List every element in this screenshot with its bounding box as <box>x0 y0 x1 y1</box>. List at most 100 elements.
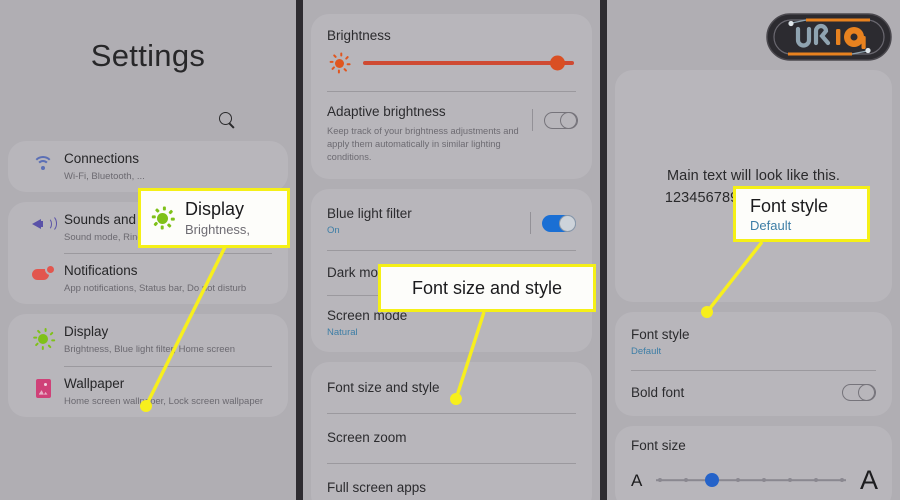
sidebar-item-label: Display <box>64 324 109 340</box>
sun-ray <box>343 67 348 72</box>
sun-ray <box>340 53 343 57</box>
sun-ray <box>44 328 47 333</box>
adaptive-brightness-description: Keep track of your brightness adjustment… <box>327 126 519 163</box>
panel-divider <box>600 0 607 500</box>
brightness-label: Brightness <box>327 28 391 43</box>
panel-divider <box>296 0 303 500</box>
callout-title: Font size and style <box>411 277 563 298</box>
sun-ray <box>346 63 351 66</box>
adaptive-brightness-row[interactable]: Adaptive brightness Keep track of your b… <box>311 91 592 179</box>
blue-light-filter-status: On <box>327 224 340 236</box>
callout-display: Display Brightness, <box>138 188 290 248</box>
adaptive-brightness-label: Adaptive brightness <box>327 104 446 119</box>
font-size-slider-tick[interactable] <box>761 477 767 483</box>
screen-zoom-row[interactable]: Screen zoom <box>311 412 592 463</box>
sun-ray <box>51 339 56 342</box>
font-size-slider-tick[interactable] <box>657 477 663 483</box>
font-preview-line-1: Main text will look like this. <box>666 168 841 184</box>
screen-zoom-label: Screen zoom <box>327 429 407 445</box>
font-style-label: Font style <box>631 326 690 342</box>
sidebar-item-sub: App notifications, Status bar, Do not di… <box>64 283 247 295</box>
sun-ray <box>33 337 38 340</box>
callout-anchor-dot <box>450 393 462 405</box>
search-icon[interactable] <box>219 112 236 129</box>
sidebar-item-connections[interactable]: Connections Wi-Fi, Bluetooth, ... <box>8 141 288 192</box>
sidebar-item-display[interactable]: Display Brightness, Blue light filter, H… <box>8 314 288 365</box>
full-screen-apps-row[interactable]: Full screen apps <box>311 462 592 500</box>
font-size-slider-tick[interactable] <box>683 477 689 483</box>
font-size-slider-tick[interactable] <box>839 477 845 483</box>
bold-font-row[interactable]: Bold font <box>615 369 892 416</box>
sun-ray <box>49 331 54 337</box>
sidebar-item-sub: Brightness, Blue light filter, Home scre… <box>64 344 236 356</box>
sun-ray <box>153 221 158 227</box>
blue-light-filter-label: Blue light filter <box>327 205 412 221</box>
sun-ray <box>170 218 175 221</box>
brightness-sun-icon <box>149 205 175 231</box>
sun-ray <box>160 225 164 230</box>
font-and-zoom-card: Font size and style Screen zoom Full scr… <box>311 361 592 500</box>
font-style-card: Font style Default Bold font <box>615 311 892 416</box>
font-size-and-style-panel: Main text will look like this. 123456789… <box>607 0 900 500</box>
sun-ray <box>47 344 52 349</box>
bold-font-label: Bold font <box>631 384 685 400</box>
font-size-slider[interactable]: A A <box>615 453 892 496</box>
display-settings-panel: Brightness Adaptive brightness Keep trac… <box>303 0 600 500</box>
font-size-slider-thumb[interactable] <box>705 473 720 487</box>
brightness-slider-knob[interactable] <box>550 55 566 71</box>
font-size-and-style-row[interactable]: Font size and style <box>311 362 592 413</box>
screen-mode-value: Natural <box>327 326 358 338</box>
font-size-slider-tick[interactable] <box>787 477 793 483</box>
font-size-and-style-label: Font size and style <box>327 379 440 395</box>
font-size-small-label: A <box>631 470 643 490</box>
page-title: Settings <box>90 38 206 73</box>
sun-ray <box>166 223 172 229</box>
font-size-large-label: A <box>859 464 878 495</box>
sun-ray <box>330 60 334 63</box>
font-size-card: Font size A A <box>615 425 892 500</box>
sun-ray <box>344 55 349 60</box>
notification-icon <box>22 262 64 282</box>
sidebar-item-label: Wallpaper <box>64 375 125 391</box>
divider <box>530 212 531 235</box>
font-size-slider-tick[interactable] <box>813 477 819 483</box>
sidebar-item-label: Connections <box>64 151 140 166</box>
sun-ray <box>163 206 166 211</box>
font-size-slider-tick[interactable] <box>735 477 741 483</box>
sidebar-item-label: Notifications <box>64 263 138 279</box>
blue-light-filter-toggle[interactable] <box>542 214 576 232</box>
sidebar-item-sub: Home screen wallpaper, Lock screen wallp… <box>64 395 264 407</box>
bold-font-toggle[interactable] <box>842 383 876 401</box>
brightness-sun-icon <box>22 323 64 351</box>
full-screen-apps-label: Full screen apps <box>327 479 427 495</box>
sun-ray <box>333 54 338 59</box>
sound-icon <box>22 211 64 233</box>
sun-ray <box>41 346 45 351</box>
brightness-card: Brightness Adaptive brightness Keep trac… <box>311 14 592 179</box>
brightness-slider-track[interactable] <box>363 55 574 71</box>
callout-sub: Brightness, <box>185 222 251 237</box>
font-style-row[interactable]: Font style Default <box>615 312 892 370</box>
settings-group-connections: Connections Wi-Fi, Bluetooth, ... <box>8 141 288 193</box>
font-style-value: Default <box>631 345 662 357</box>
settings-list-panel: Settings Connections Wi-Fi, Bluetooth, .… <box>0 0 296 500</box>
brightness-slider[interactable] <box>311 43 592 91</box>
callout-title: Font style <box>750 195 829 216</box>
sidebar-item-notifications[interactable]: Notifications App notifications, Status … <box>8 253 288 304</box>
wifi-icon <box>22 150 64 170</box>
divider <box>532 109 533 131</box>
sun-ray <box>331 66 336 71</box>
search-button[interactable] <box>0 74 296 141</box>
adaptive-brightness-toggle[interactable] <box>544 111 578 129</box>
sun-ray <box>168 209 174 215</box>
sidebar-item-sub: Wi-Fi, Bluetooth, ... <box>64 171 145 182</box>
callout-title: Display <box>185 199 245 219</box>
sun-ray <box>34 342 40 348</box>
callout-anchor-dot <box>140 400 152 412</box>
callout-anchor-dot <box>701 306 713 318</box>
urja-logo <box>766 13 892 61</box>
font-size-slider-track[interactable] <box>652 470 850 490</box>
font-size-label: Font size <box>631 437 686 453</box>
blue-light-filter-row[interactable]: Blue light filter On <box>311 189 592 250</box>
callout-font-size-and-style: Font size and style <box>378 264 596 312</box>
